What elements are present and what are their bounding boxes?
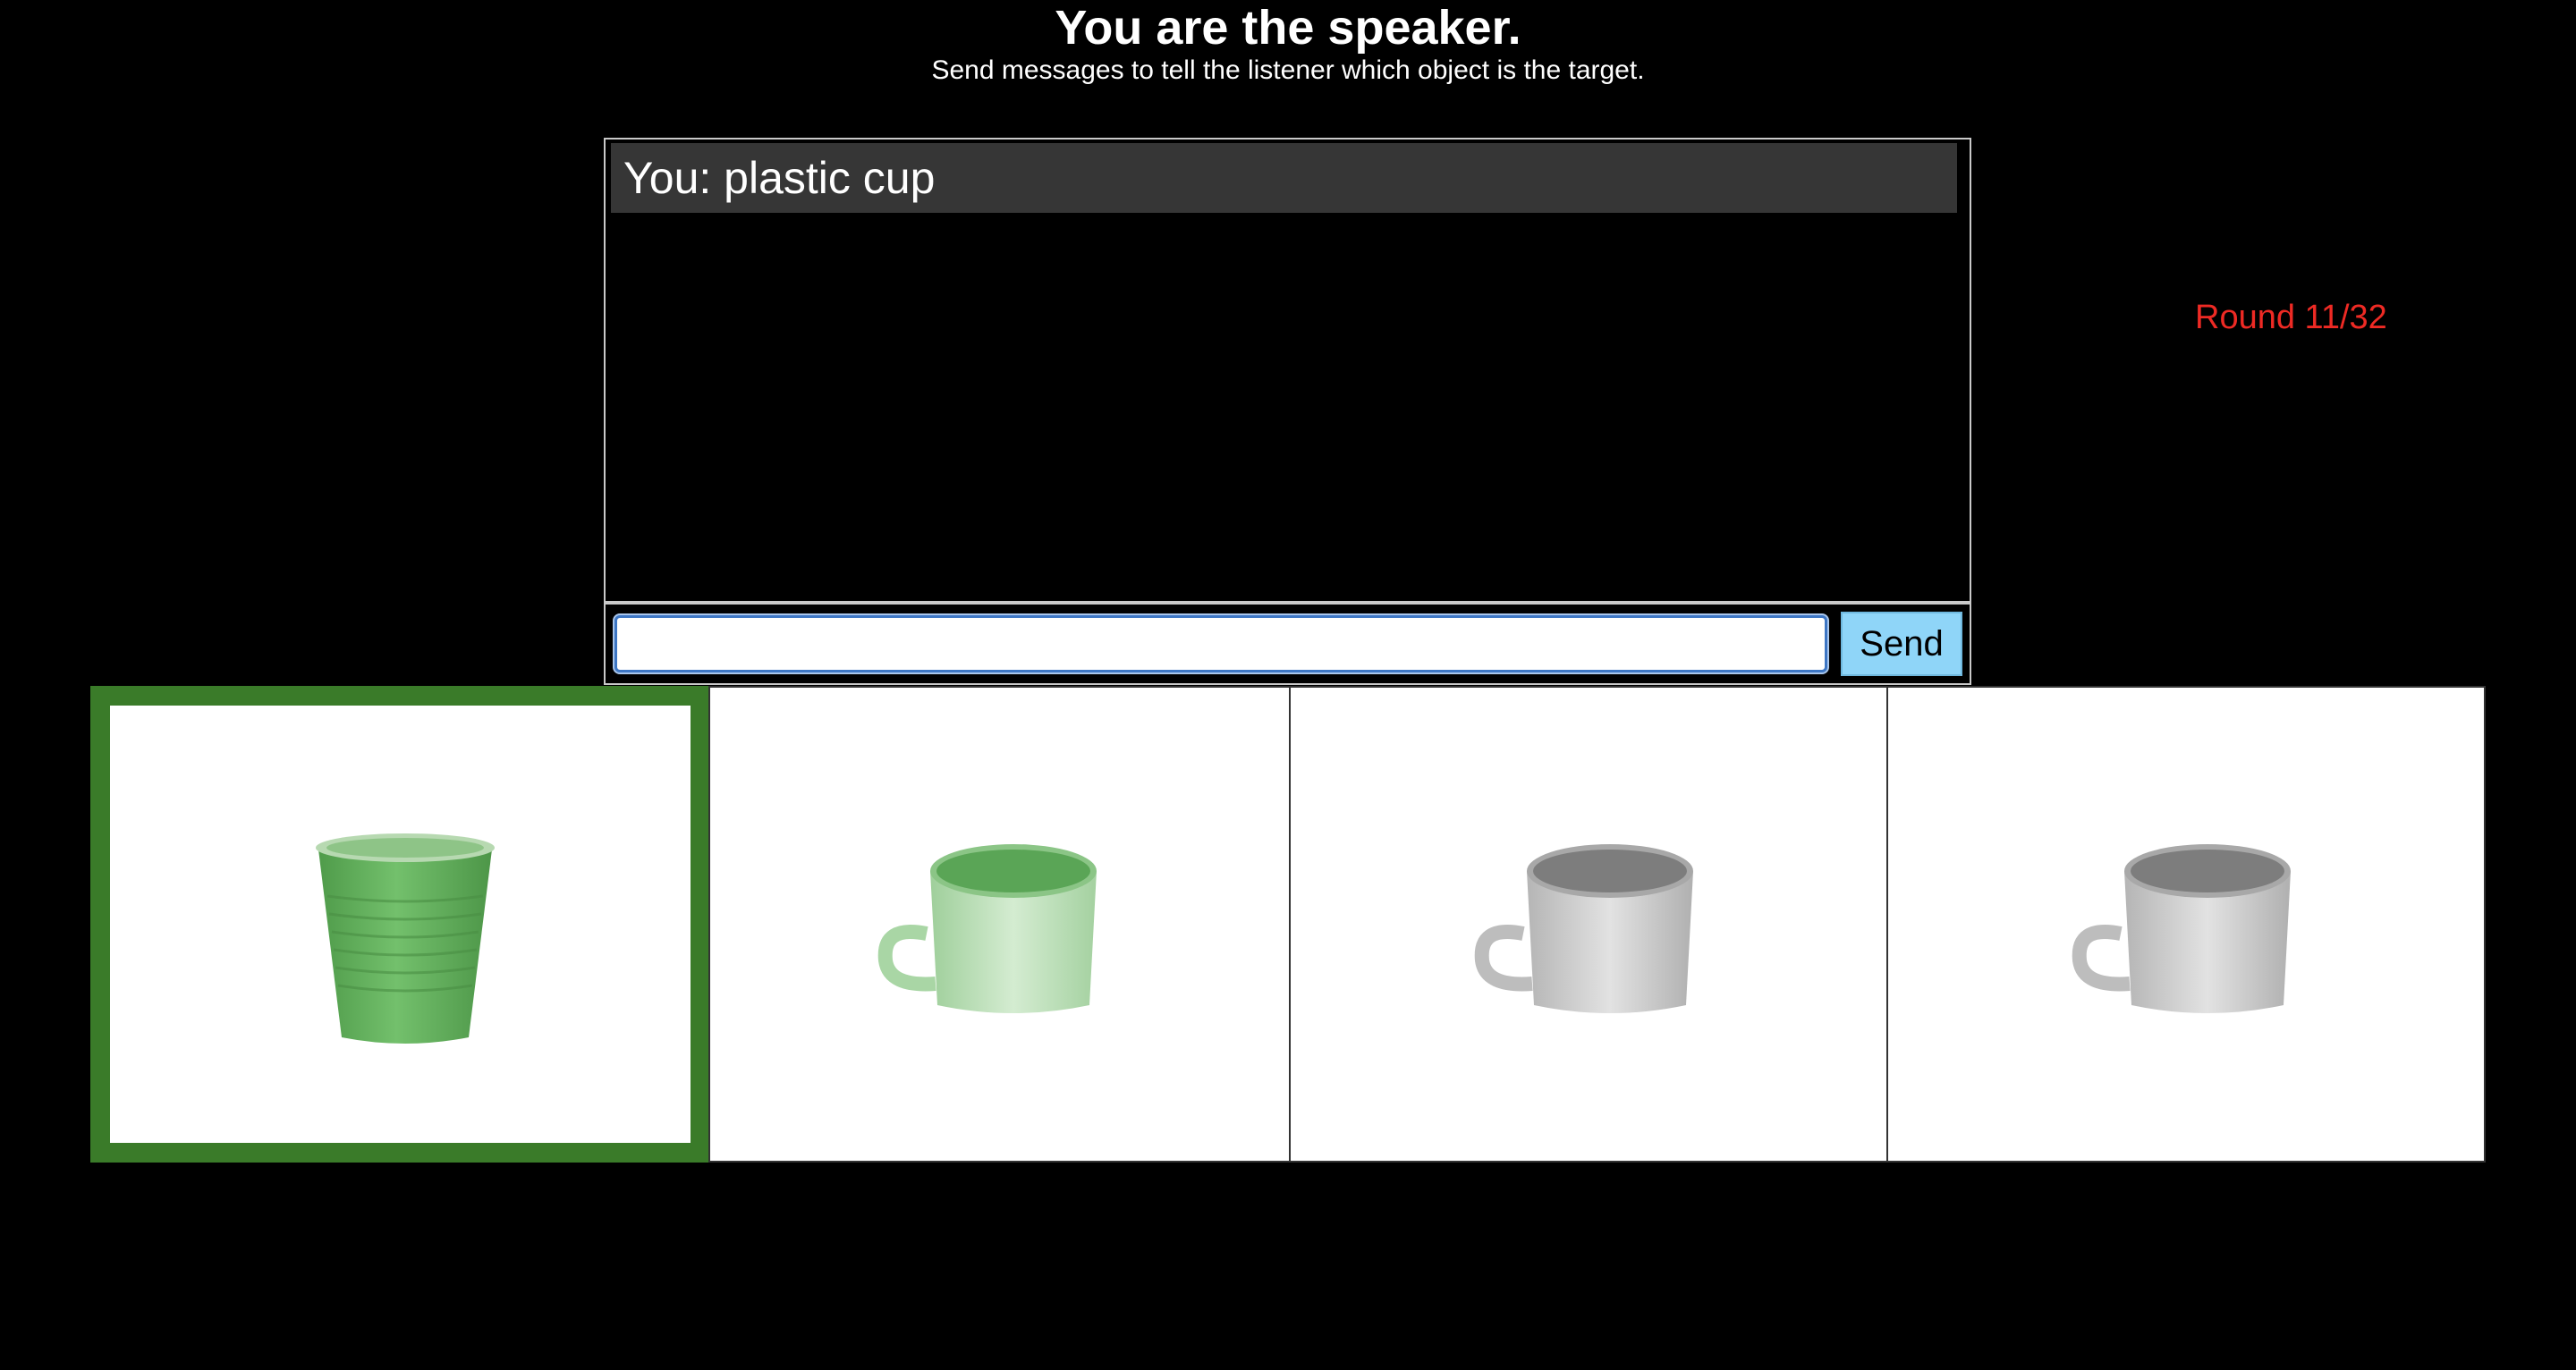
message-input[interactable]	[614, 615, 1827, 672]
object-card[interactable]	[1886, 686, 2486, 1163]
round-counter: Round 11/32	[2195, 299, 2387, 336]
page-subtitle: Send messages to tell the listener which…	[931, 55, 1645, 85]
message-composer: Send	[604, 603, 1971, 685]
page-title: You are the speaker.	[1055, 1, 1521, 55]
green-metal-mug-icon	[877, 844, 1097, 1013]
chat-log: You: plastic cup	[604, 138, 1971, 603]
object-card[interactable]	[1289, 686, 1888, 1163]
steel-mug-icon	[1474, 844, 1693, 1013]
game-page: You are the speaker. Send messages to te…	[0, 0, 2576, 1370]
send-button[interactable]: Send	[1841, 612, 1962, 676]
plastic-cup-icon	[316, 833, 495, 1044]
object-card-target[interactable]	[90, 686, 708, 1163]
object-card[interactable]	[708, 686, 1307, 1163]
object-gallery	[90, 686, 2486, 1163]
chat-message: You: plastic cup	[611, 143, 1957, 213]
steel-mug-icon	[2072, 844, 2291, 1013]
